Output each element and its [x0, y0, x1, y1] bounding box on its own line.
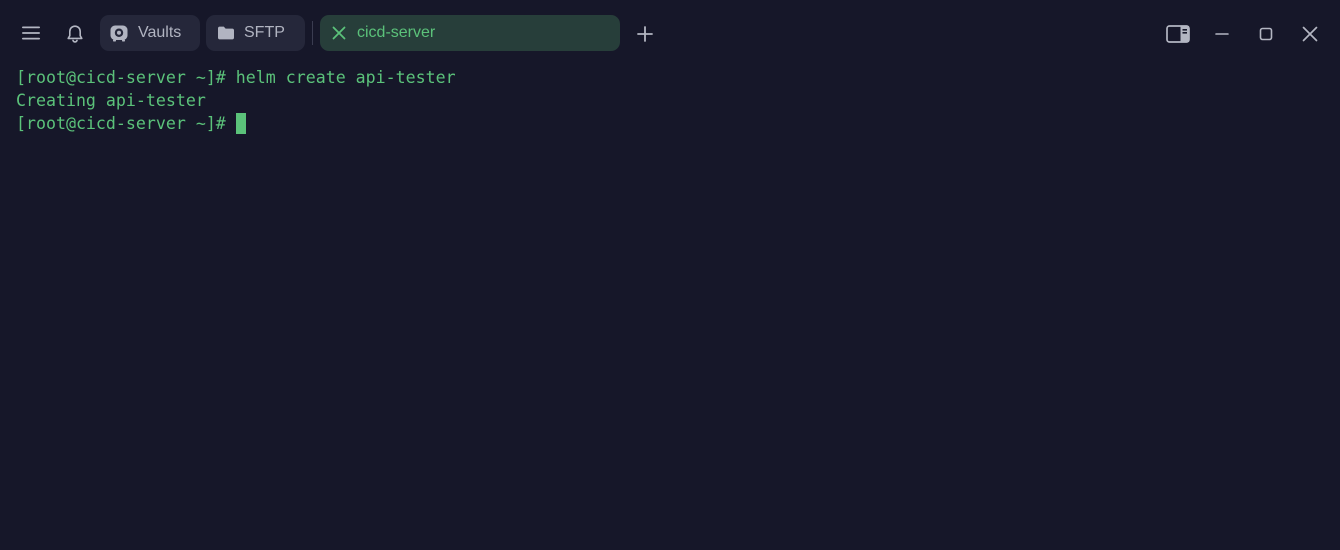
- sidebar-toggle-icon[interactable]: [1165, 22, 1191, 46]
- terminal-line: Creating api-tester: [16, 89, 1324, 112]
- tab-vaults[interactable]: Vaults: [100, 15, 200, 51]
- output-text: Creating api-tester: [16, 91, 206, 110]
- bell-icon[interactable]: [63, 22, 87, 46]
- hamburger-menu-icon[interactable]: [18, 21, 44, 45]
- terminal-line: [root@cicd-server ~]#: [16, 112, 1324, 135]
- terminal-line: [root@cicd-server ~]# helm create api-te…: [16, 66, 1324, 89]
- minimize-icon[interactable]: [1210, 22, 1234, 46]
- maximize-icon[interactable]: [1254, 22, 1278, 46]
- tab-label: cicd-server: [357, 24, 436, 41]
- command-text: helm create api-tester: [225, 68, 456, 87]
- terminal-window: Vaults SFTP cicd-server [root@cicd-serve…: [0, 0, 1340, 550]
- tab-label: SFTP: [244, 24, 285, 41]
- shell-prompt: [root@cicd-server ~]#: [16, 68, 226, 87]
- vault-icon: [110, 24, 128, 42]
- command-text: [226, 114, 236, 133]
- plus-icon[interactable]: [633, 22, 657, 46]
- folder-icon: [217, 25, 235, 41]
- terminal-output[interactable]: [root@cicd-server ~]# helm create api-te…: [16, 66, 1324, 550]
- tab-cicd-server[interactable]: cicd-server: [320, 15, 620, 51]
- shell-prompt: [root@cicd-server ~]#: [16, 114, 226, 133]
- tab-sftp[interactable]: SFTP: [206, 15, 305, 51]
- text-cursor: [235, 113, 246, 134]
- window-close-icon[interactable]: [1298, 22, 1322, 46]
- tab-label: Vaults: [138, 24, 182, 41]
- close-icon[interactable]: [331, 25, 347, 41]
- tab-divider: [312, 21, 313, 45]
- titlebar: Vaults SFTP cicd-server: [0, 0, 1340, 66]
